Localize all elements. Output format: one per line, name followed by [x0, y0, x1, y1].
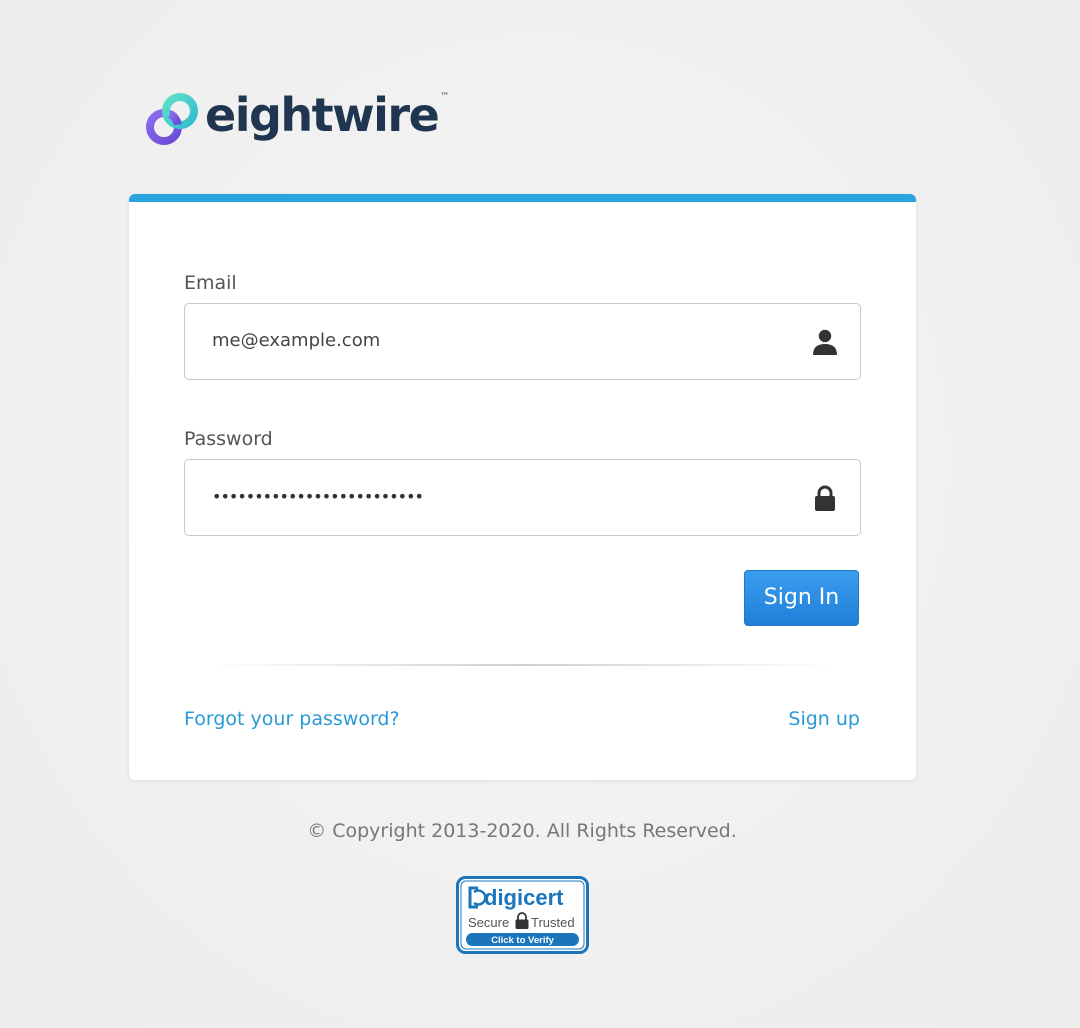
seal-brand: digicert [484, 885, 564, 910]
brand-wordmark: eightwire [205, 88, 440, 142]
trademark-symbol: ™ [440, 92, 450, 102]
divider [209, 664, 836, 666]
chain-link-logo-icon [146, 93, 198, 145]
forgot-password-link[interactable]: Forgot your password? [184, 708, 400, 730]
sign-in-button[interactable]: Sign In [744, 570, 859, 626]
seal-secure: Secure [468, 915, 509, 930]
seal-trusted: Trusted [531, 915, 575, 930]
password-field[interactable]: ••••••••••••••••••••••••• [184, 459, 861, 536]
lock-icon [815, 485, 835, 511]
brand-logo: eightwire ™ [143, 88, 450, 150]
password-label: Password [184, 428, 273, 450]
digicert-seal[interactable]: digicert Secure Trusted Click to Verify [456, 876, 589, 954]
sign-up-link[interactable]: Sign up [788, 708, 860, 730]
email-label: Email [184, 272, 237, 294]
email-field[interactable]: me@example.com [184, 303, 861, 380]
email-value: me@example.com [212, 330, 381, 351]
login-card: Email me@example.com Password ••••••••••… [129, 194, 916, 780]
password-value: ••••••••••••••••••••••••• [212, 487, 424, 506]
copyright-text: © Copyright 2013-2020. All Rights Reserv… [307, 820, 737, 842]
seal-verify-text: Click to Verify [491, 935, 555, 946]
user-icon [813, 329, 837, 355]
